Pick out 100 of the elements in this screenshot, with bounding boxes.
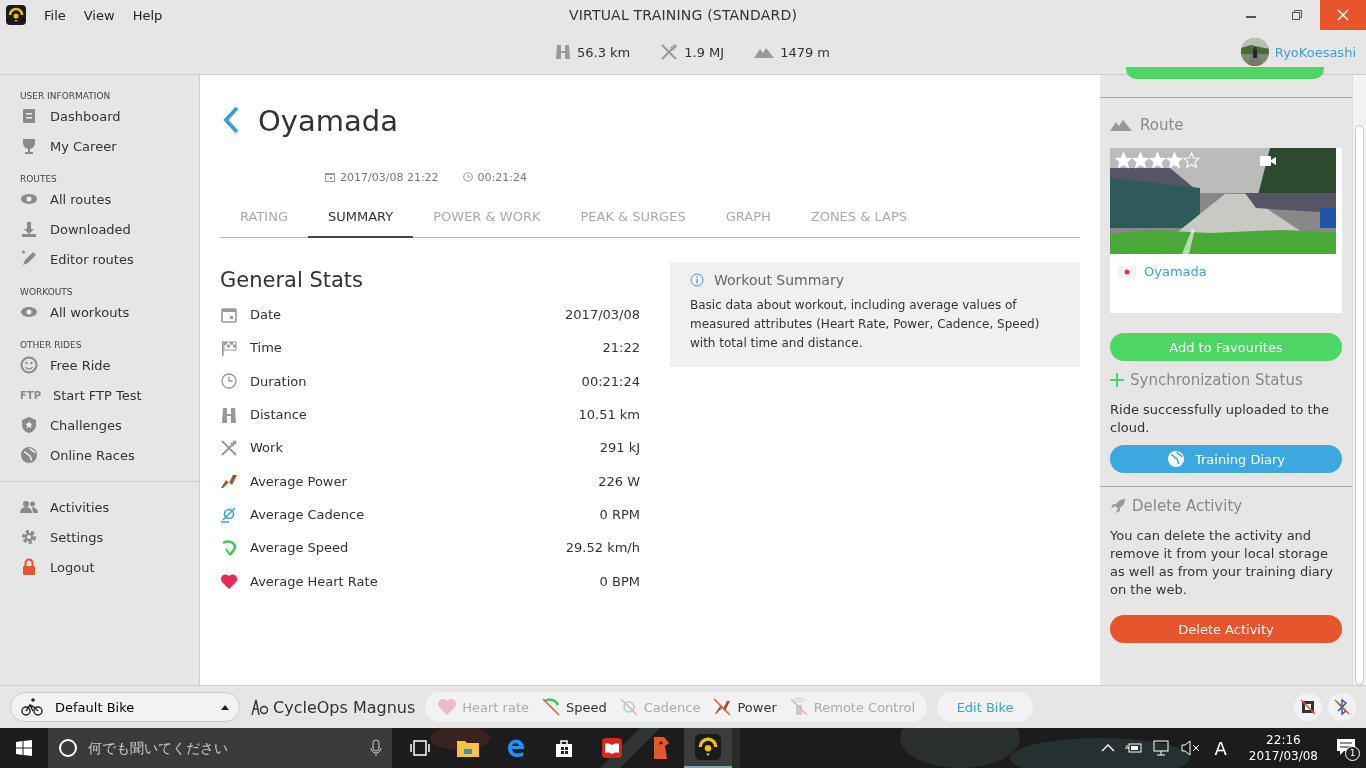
sidebar-item[interactable]: Dashboard [50, 101, 121, 131]
clock[interactable]: 22:16 2017/03/08 [1248, 732, 1318, 764]
sync-text: Ride successfully uploaded to the cloud. [1110, 401, 1330, 437]
padlock-icon [20, 558, 38, 576]
section-heading: ROUTES [20, 173, 58, 184]
stat-value: 226 W [598, 473, 640, 489]
remote-icon [788, 697, 809, 717]
section-heading: USER INFORMATION [20, 90, 112, 101]
road-icon [220, 405, 238, 424]
shield-star-icon [20, 416, 38, 434]
crossed-chip-icon [1299, 698, 1317, 716]
sidebar-item[interactable]: Editor routes [50, 244, 134, 274]
trophy-icon [20, 137, 38, 155]
stat-label: Date [250, 307, 282, 323]
globe-icon [20, 446, 38, 464]
search-box[interactable]: 何でも聞いてください [48, 728, 392, 768]
stat-label: Average Cadence [250, 506, 365, 522]
cadence-sensor-icon [618, 697, 639, 717]
sidebar-item[interactable]: Logout [50, 552, 95, 582]
settings-icon [20, 528, 38, 546]
section-heading: Synchronization Status [1130, 371, 1303, 389]
cadence-icon [220, 505, 238, 524]
pencil-icon [20, 250, 38, 268]
globe-icon [1166, 450, 1185, 468]
plus-icon [1110, 373, 1124, 387]
mountain-icon [1110, 119, 1132, 131]
stat-label: Average Power [250, 473, 347, 489]
section-heading: WORKOUTS [20, 286, 74, 297]
sidebar-item[interactable]: Challenges [50, 410, 122, 440]
video-camera-icon [1260, 155, 1276, 167]
activity-duration: 00:21:24 [477, 170, 527, 184]
microphone-icon[interactable] [370, 739, 382, 757]
windows-start-icon[interactable] [16, 740, 32, 756]
sidebar-item[interactable]: Downloaded [50, 214, 131, 244]
fork-knife-icon [220, 438, 238, 457]
info-icon [690, 273, 704, 287]
menu-item[interactable]: Help [132, 7, 163, 23]
scrollbar-thumb[interactable] [1355, 125, 1364, 685]
sidebar-item[interactable]: All workouts [50, 297, 130, 327]
sensor-label: Cadence [643, 699, 701, 715]
battery-icon[interactable] [1124, 742, 1143, 754]
bluetooth-icon [1333, 698, 1351, 716]
heart-icon [220, 572, 238, 590]
bike-dropdown[interactable]: Default Bike [10, 692, 240, 722]
section-heading: OTHER RIDES [20, 339, 83, 350]
star-icon [1149, 152, 1166, 169]
delete-text: You can delete the activity and remove it from your local storage as well as from your training diary on the web. [1110, 527, 1334, 599]
section-heading: Route [1140, 116, 1184, 134]
info-title: Workout Summary [714, 272, 844, 288]
section-heading: Delete Activity [1132, 497, 1243, 515]
activity-title: Oyamada [258, 104, 398, 138]
stat-label: Average Heart Rate [250, 573, 378, 589]
trainer-name: CycleOps Magnus [273, 697, 416, 717]
smiley-icon [20, 356, 38, 374]
star-icon [1166, 152, 1183, 169]
muted-speaker-icon[interactable] [1180, 741, 1201, 755]
bluetooth-button[interactable] [1328, 693, 1356, 721]
star-icon [1115, 152, 1132, 169]
total-value: 1479 m [780, 44, 831, 60]
sidebar-item[interactable]: Activities [50, 492, 110, 522]
star-icon [1132, 152, 1149, 169]
total-value: 1.9 MJ [684, 44, 725, 60]
heart-icon [437, 697, 458, 717]
sidebar-item[interactable]: Start FTP Test [53, 380, 142, 410]
ime-indicator[interactable]: A [1210, 737, 1231, 759]
stat-value: 291 kJ [599, 440, 640, 456]
sidebar-item[interactable]: Settings [50, 522, 104, 552]
stat-value: 29.52 km/h [565, 540, 640, 556]
lightning-icon [220, 472, 238, 491]
delete-activity-button[interactable]: Delete Activity [1110, 615, 1342, 643]
app-taskbar-icon[interactable] [684, 728, 732, 768]
network-icon[interactable] [1152, 740, 1171, 756]
calendar-icon [325, 172, 335, 182]
ant-button[interactable] [1294, 693, 1322, 721]
circle-icon [58, 738, 78, 758]
sensor-label: Heart rate [462, 699, 529, 715]
stat-value: 10.51 km [578, 407, 640, 423]
people-icon [20, 498, 38, 516]
stat-value: 21:22 [602, 340, 640, 356]
sidebar-item[interactable]: All routes [50, 184, 112, 214]
sidebar-item[interactable]: Online Races [50, 440, 135, 470]
road-icon [555, 44, 571, 60]
cyclist-icon [21, 698, 43, 716]
speed-sensor-icon [541, 697, 561, 717]
chevron-up-icon[interactable] [1100, 744, 1115, 752]
sidebar-item[interactable]: Free Ride [50, 350, 111, 380]
search-field[interactable]: 何でも聞いてください [86, 739, 362, 757]
stat-value: 0 RPM [599, 506, 640, 522]
menu-item[interactable]: File [44, 7, 66, 23]
lightning-icon [712, 697, 733, 717]
stat-value: 0 BPM [599, 573, 640, 589]
stat-value: 2017/03/08 [565, 307, 640, 323]
stat-label: Time [250, 340, 282, 356]
menu-item[interactable]: View [83, 7, 115, 23]
checkered-flag-icon [220, 338, 238, 357]
stat-value: 00:21:24 [581, 373, 640, 389]
window-title: VIRTUAL TRAINING (STANDARD) [568, 7, 798, 23]
tab[interactable]: SUMMARY [307, 199, 414, 238]
activity-date: 2017/03/08 21:22 [340, 170, 439, 184]
sidebar-item[interactable]: My Career [50, 131, 117, 161]
